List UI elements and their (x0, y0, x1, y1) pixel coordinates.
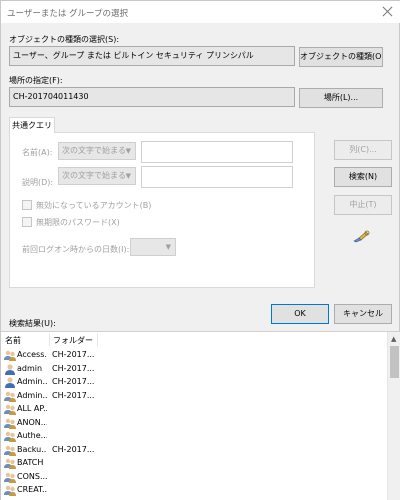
item-name: Backu... (17, 444, 47, 454)
list-item[interactable]: admin CH-2017... (1, 363, 387, 376)
object-type-field: ユーザー、グループ または ビルトイン セキュリティ プリンシパル (9, 46, 295, 66)
search-results-list[interactable]: 名前 フォルダー Access... CH-2017... admin CH-2017… (1, 331, 400, 500)
location-field: CH-201704011430 (9, 87, 295, 107)
group-icon (4, 431, 16, 442)
description-label: 説明(D): (22, 178, 54, 187)
stop-button[interactable]: 中止(T) (334, 195, 392, 215)
name-label: 名前(A): (22, 148, 53, 157)
list-item[interactable]: Admin... CH-2017... (1, 390, 387, 403)
item-name: ANON... (17, 417, 47, 427)
disabled-accounts-checkbox[interactable] (22, 200, 32, 210)
name-condition-select[interactable]: 次の文字で始まる ▼ (58, 142, 136, 160)
group-icon (4, 458, 16, 469)
item-folder: CH-2017... (52, 350, 95, 359)
item-name: Access... (17, 350, 47, 359)
chevron-down-icon: ▼ (125, 172, 131, 180)
search-icon (353, 230, 370, 243)
list-item[interactable]: ALL AP... (1, 403, 387, 416)
item-name: CONS... (17, 471, 47, 481)
description-condition-select[interactable]: 次の文字で始まる ▼ (58, 167, 136, 185)
scroll-thumb[interactable] (390, 346, 399, 378)
chevron-down-icon: ▼ (165, 243, 171, 251)
list-item[interactable]: Access... CH-2017... (1, 349, 387, 362)
item-name: Authe... (17, 431, 47, 440)
name-condition-value: 次の文字で始まる (62, 146, 126, 155)
column-header-folder[interactable]: フォルダー (53, 335, 93, 346)
days-since-logon-label: 前回ログオン時からの日数(I): (22, 245, 130, 254)
title-bar: ユーザーまたは グループの選択 (1, 1, 400, 23)
select-users-dialog: ユーザーまたは グループの選択 オブジェクトの種類の選択(S): ユーザー、グル… (0, 0, 400, 500)
days-since-logon-select[interactable]: ▼ (130, 238, 176, 256)
locations-button[interactable]: 場所(L)... (299, 88, 383, 108)
common-query-panel: 名前(A): 次の文字で始まる ▼ 説明(D): 次の文字で始まる ▼ 無効にな… (9, 132, 315, 288)
item-name: ALL AP... (17, 404, 47, 413)
description-condition-value: 次の文字で始まる (62, 171, 126, 180)
item-folder: CH-2017... (52, 390, 95, 400)
name-input[interactable] (141, 141, 293, 163)
group-icon (4, 472, 16, 483)
list-item[interactable]: Backu... CH-2017... (1, 444, 387, 457)
item-name: Admin... (17, 377, 47, 386)
columns-button[interactable]: 列(C)... (334, 140, 392, 160)
search-results-label: 検索結果(U): (9, 319, 56, 328)
item-name: CREAT... (17, 485, 47, 494)
group-icon (4, 418, 16, 429)
non-expiring-password-checkbox[interactable] (22, 217, 32, 227)
group-icon (4, 445, 16, 456)
item-folder: CH-2017... (52, 444, 95, 454)
list-item[interactable]: ANON... (1, 417, 387, 430)
list-item[interactable]: CREAT... (1, 484, 387, 497)
disabled-accounts-label: 無効になっているアカウント(B) (36, 201, 152, 210)
list-item[interactable]: Authe... (1, 430, 387, 443)
object-type-label: オブジェクトの種類の選択(S): (9, 35, 120, 44)
item-folder: CH-2017... (52, 363, 95, 373)
location-label: 場所の指定(F): (9, 76, 63, 85)
scroll-up-icon[interactable]: ▲ (391, 335, 396, 343)
group-icon (4, 391, 16, 402)
item-name: admin (17, 363, 43, 373)
item-folder: CH-2017... (52, 377, 95, 386)
non-expiring-password-label: 無期限のパスワード(X) (36, 218, 120, 227)
chevron-down-icon: ▼ (125, 147, 131, 155)
group-icon (4, 404, 16, 415)
ok-button[interactable]: OK (271, 304, 329, 324)
find-now-button[interactable]: 検索(N) (334, 167, 392, 187)
user-icon (5, 363, 15, 375)
close-icon[interactable] (381, 5, 395, 19)
list-item[interactable]: BATCH (1, 457, 387, 470)
list-item[interactable]: Admin... CH-2017... (1, 376, 387, 389)
column-header-name[interactable]: 名前 (5, 335, 21, 346)
window-title: ユーザーまたは グループの選択 (7, 9, 129, 19)
column-divider[interactable] (97, 334, 98, 346)
cancel-button[interactable]: キャンセル (334, 304, 392, 324)
group-icon (4, 485, 16, 496)
item-name: Admin... (17, 390, 47, 400)
group-icon (4, 350, 16, 361)
user-icon (5, 377, 15, 388)
column-divider[interactable] (49, 334, 50, 346)
list-item[interactable]: CONS... (1, 471, 387, 484)
description-input[interactable] (141, 166, 293, 188)
tab-common-query[interactable]: 共通クエリ (9, 117, 55, 133)
item-name: BATCH (17, 458, 44, 467)
object-types-button[interactable]: オブジェクトの種類(O)... (299, 47, 383, 67)
results-scrollbar[interactable]: ▲ (387, 332, 400, 500)
